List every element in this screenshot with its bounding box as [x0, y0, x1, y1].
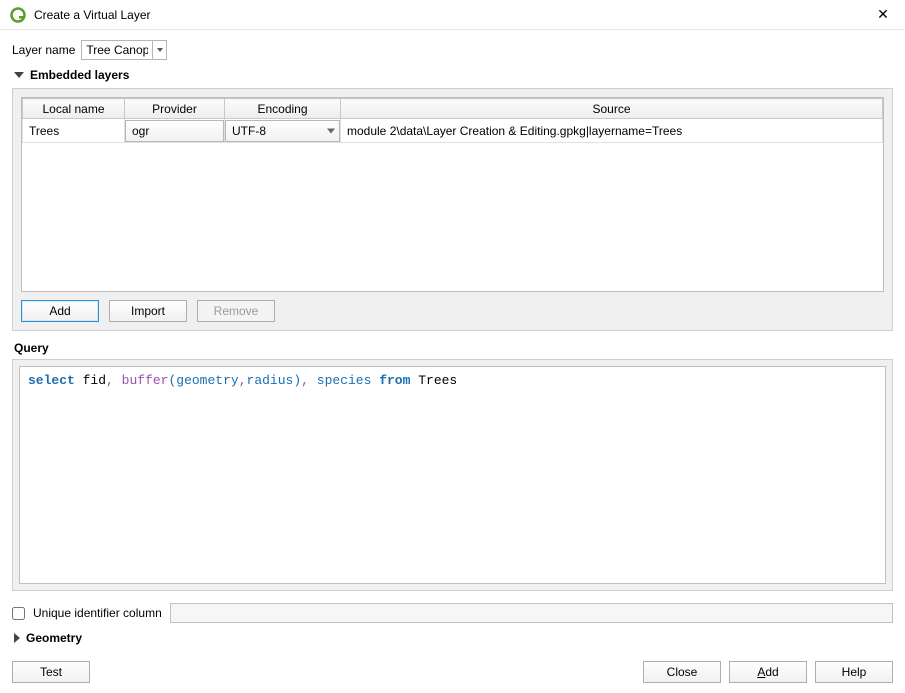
qgis-icon — [10, 7, 26, 23]
layer-name-label: Layer name — [12, 43, 75, 57]
col-encoding[interactable]: Encoding — [225, 99, 341, 119]
col-local-name[interactable]: Local name — [23, 99, 125, 119]
query-group: select fid, buffer(geometry,radius), spe… — [12, 359, 893, 591]
embedded-layers-table[interactable]: Local name Provider Encoding Source ogr — [21, 97, 884, 292]
query-label: Query — [14, 341, 893, 355]
embedded-layers-group: Local name Provider Encoding Source ogr — [12, 88, 893, 331]
cell-provider[interactable]: ogr — [125, 119, 225, 143]
embedded-layers-header[interactable]: Embedded layers — [14, 68, 893, 82]
bottom-bar: Test Close Add Help — [0, 661, 905, 693]
close-button[interactable]: Close — [643, 661, 721, 683]
uid-field[interactable] — [170, 603, 893, 623]
uid-checkbox[interactable] — [12, 607, 25, 620]
cell-encoding[interactable]: UTF-8 — [225, 119, 341, 143]
window-title: Create a Virtual Layer — [34, 8, 871, 22]
layer-name-row: Layer name — [12, 40, 893, 60]
uid-label: Unique identifier column — [33, 606, 162, 620]
layer-name-dropdown-icon[interactable] — [152, 41, 166, 59]
source-text: module 2\data\Layer Creation & Editing.g… — [347, 124, 682, 138]
embedded-layers-title: Embedded layers — [30, 68, 129, 82]
titlebar: Create a Virtual Layer ✕ — [0, 0, 905, 30]
add-embedded-button[interactable]: Add — [21, 300, 99, 322]
test-button[interactable]: Test — [12, 661, 90, 683]
dialog-content: Layer name Embedded layers Local name Pr… — [0, 30, 905, 661]
provider-value[interactable]: ogr — [125, 120, 224, 142]
table-row[interactable]: ogr UTF-8 module 2\data\Layer Creation &… — [23, 119, 883, 143]
embedded-buttons: Add Import Remove — [21, 300, 884, 322]
chevron-right-icon — [14, 633, 20, 643]
remove-button: Remove — [197, 300, 275, 322]
col-provider[interactable]: Provider — [125, 99, 225, 119]
chevron-down-icon — [327, 128, 335, 133]
layer-name-combo[interactable] — [81, 40, 167, 60]
close-icon[interactable]: ✕ — [871, 6, 895, 23]
cell-source[interactable]: module 2\data\Layer Creation & Editing.g… — [341, 119, 883, 143]
chevron-down-icon — [14, 72, 24, 78]
import-button[interactable]: Import — [109, 300, 187, 322]
geometry-header[interactable]: Geometry — [14, 631, 893, 645]
help-button[interactable]: Help — [815, 661, 893, 683]
cell-local-name[interactable] — [23, 119, 125, 143]
geometry-title: Geometry — [26, 631, 82, 645]
layer-name-input[interactable] — [82, 42, 152, 58]
col-source[interactable]: Source — [341, 99, 883, 119]
encoding-select[interactable]: UTF-8 — [225, 120, 340, 142]
local-name-input[interactable] — [23, 119, 124, 142]
query-editor[interactable]: select fid, buffer(geometry,radius), spe… — [19, 366, 886, 584]
add-button[interactable]: Add — [729, 661, 807, 683]
uid-row: Unique identifier column — [12, 603, 893, 623]
table-header-row: Local name Provider Encoding Source — [23, 99, 883, 119]
